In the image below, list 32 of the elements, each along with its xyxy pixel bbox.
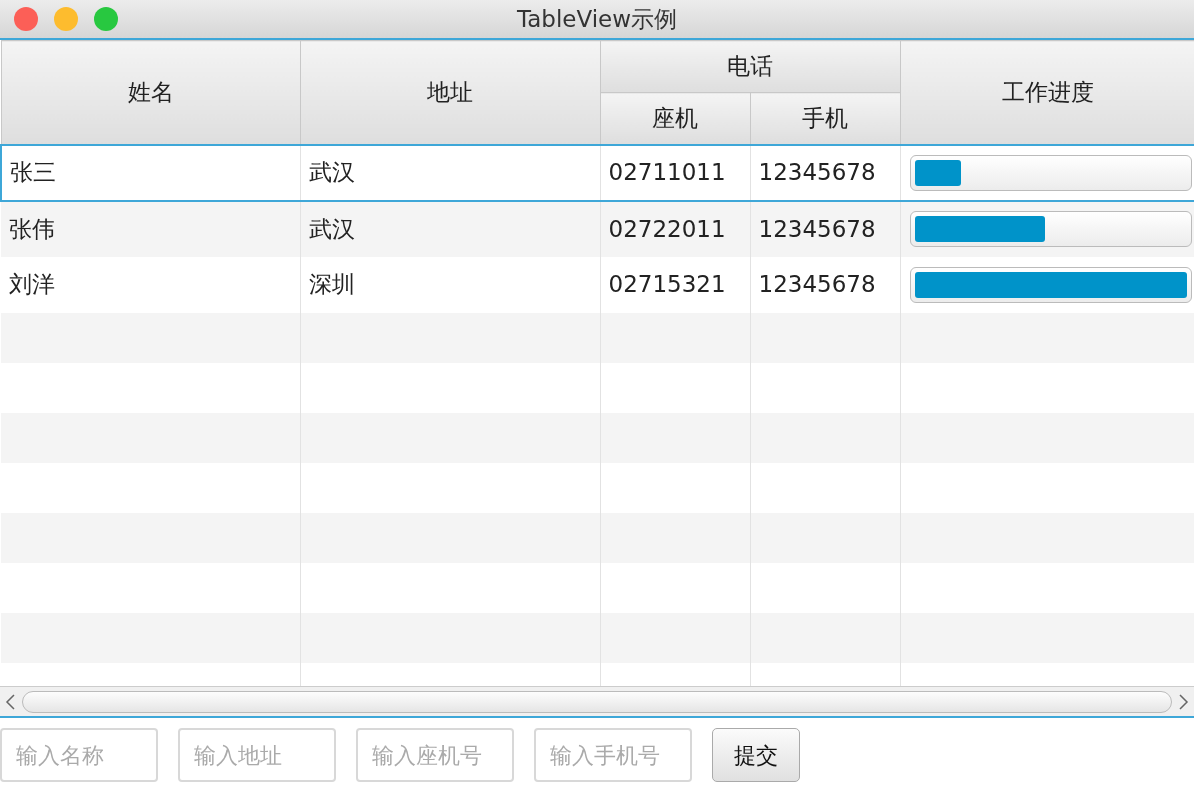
table-cell: 02711011 xyxy=(608,159,726,186)
table-cell: 02715321 xyxy=(608,271,726,298)
input-field[interactable]: 输入名称 xyxy=(0,728,158,782)
window-title: TableView示例 xyxy=(516,6,678,32)
maximize-button[interactable] xyxy=(94,7,118,31)
column-header[interactable]: 手机 xyxy=(750,92,900,145)
table-cell: 02722011 xyxy=(608,215,726,242)
table-cell: 深圳 xyxy=(308,271,355,298)
minimize-button[interactable] xyxy=(54,7,78,31)
table-cell: 刘洋 xyxy=(9,271,55,298)
input-field[interactable]: 输入地址 xyxy=(178,728,336,782)
column-header[interactable]: 座机 xyxy=(600,92,750,145)
close-button[interactable] xyxy=(14,7,38,31)
input-field[interactable]: 输入手机号 xyxy=(534,728,692,782)
table-cell: 12345678 xyxy=(758,159,876,186)
submit-button[interactable]: 提交 xyxy=(712,728,800,782)
table-cell: 武汉 xyxy=(308,215,355,242)
table-cell: 12345678 xyxy=(758,215,876,242)
horizontal-scrollbar[interactable] xyxy=(0,686,1194,718)
scrollbar-thumb[interactable] xyxy=(22,690,1172,713)
column-header[interactable]: 电话 xyxy=(600,40,900,93)
column-header[interactable]: 地址 xyxy=(300,40,600,145)
column-header[interactable]: 姓名 xyxy=(1,40,300,145)
table-row[interactable]: 刘洋 深圳 02715321 12345678 xyxy=(1,256,1194,313)
table-cell: 张三 xyxy=(10,159,56,186)
table-cell: 张伟 xyxy=(9,215,55,242)
column-header[interactable]: 工作进度 xyxy=(900,40,1194,145)
input-field[interactable]: 输入座机号 xyxy=(356,728,514,782)
table-row[interactable]: 张伟 武汉 02722011 12345678 xyxy=(1,200,1194,257)
table-row[interactable]: 张三 武汉 02711011 12345678 xyxy=(1,144,1194,201)
table-cell: 12345678 xyxy=(758,271,876,298)
table-cell: 武汉 xyxy=(308,159,355,186)
